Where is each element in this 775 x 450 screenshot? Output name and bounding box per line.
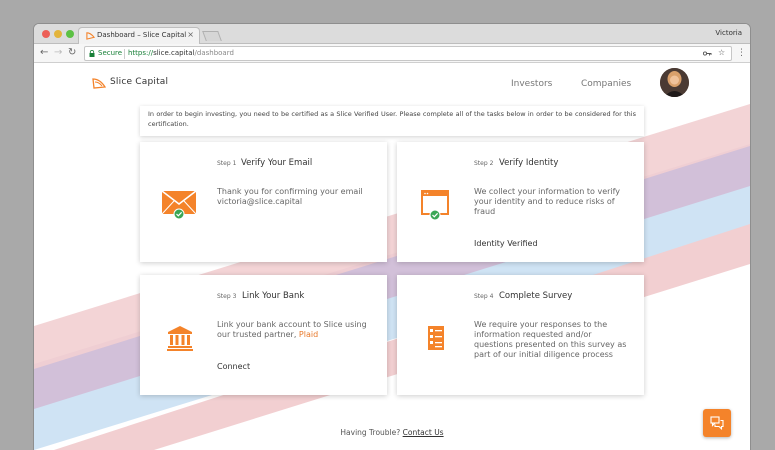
step-title: Verify Your Email (241, 158, 313, 168)
nav-companies[interactable]: Companies (581, 79, 631, 89)
identity-verified-status: Identity Verified (474, 239, 538, 248)
secure-label: Secure (98, 49, 123, 57)
user-avatar[interactable] (660, 68, 689, 97)
bank-icon (167, 326, 193, 351)
chat-bubbles-icon (710, 416, 724, 430)
browser-toolbar: ← → ↻ Secure https://slice.capital/dashb… (34, 44, 750, 63)
help-footer: Having Trouble? Contact Us (34, 428, 750, 437)
new-tab-button[interactable] (202, 31, 222, 41)
step-number: Step 2 (474, 160, 494, 167)
step-number: Step 4 (474, 293, 494, 300)
key-icon[interactable] (703, 50, 712, 57)
reload-icon[interactable]: ↻ (68, 47, 76, 59)
brand-name: Slice Capital (110, 77, 169, 87)
step-card-verify-email: Step 1 Verify Your Email Thank you for c… (140, 142, 387, 262)
step-description: We collect your information to verify yo… (474, 187, 621, 216)
chat-button[interactable] (703, 409, 731, 437)
slice-logo-icon (92, 78, 106, 89)
id-window-check-icon (421, 190, 449, 221)
envelope-check-icon (161, 190, 197, 220)
connect-bank-button[interactable]: Connect (217, 362, 250, 371)
url-scheme: https:// (128, 49, 154, 57)
url-path: /dashboard (194, 49, 234, 57)
step-description: Link your bank account to Slice using ou… (217, 320, 375, 340)
nav-investors[interactable]: Investors (511, 79, 552, 89)
contact-us-link[interactable]: Contact Us (403, 428, 444, 437)
step-card-complete-survey: Step 4 Complete Survey We require your r… (397, 275, 644, 395)
trouble-text: Having Trouble? (340, 428, 401, 437)
survey-icon (428, 326, 444, 350)
step-title: Link Your Bank (242, 291, 305, 301)
avatar-image (660, 68, 689, 97)
tab-strip: Dashboard – Slice Capital × Victoria (34, 24, 750, 44)
browser-window: Dashboard – Slice Capital × Victoria ← →… (34, 24, 750, 450)
address-bar[interactable]: Secure https://slice.capital/dashboard ☆ (84, 46, 732, 61)
browser-menu-icon[interactable]: ⋮ (737, 47, 746, 59)
step-title: Complete Survey (499, 291, 573, 301)
tab-close-icon[interactable]: × (187, 30, 194, 39)
certification-notice: In order to begin investing, you need to… (140, 106, 644, 136)
bank-link-text: Link your bank account to Slice using ou… (217, 320, 367, 339)
close-window-button[interactable] (42, 30, 50, 38)
maximize-window-button[interactable] (66, 30, 74, 38)
tab-title: Dashboard – Slice Capital (97, 31, 187, 39)
tab-dashboard[interactable]: Dashboard – Slice Capital × (78, 27, 200, 44)
browser-profile-name[interactable]: Victoria (715, 29, 742, 37)
bookmark-star-icon[interactable]: ☆ (718, 48, 725, 57)
step-title: Verify Identity (499, 158, 559, 168)
url-text: https://slice.capital/dashboard (128, 49, 234, 57)
forward-arrow-icon[interactable]: → (54, 47, 62, 59)
url-host: slice.capital (153, 49, 195, 57)
step-card-link-bank: Step 3 Link Your Bank Link your bank acc… (140, 275, 387, 395)
step-card-verify-identity: Step 2 Verify Identity We collect your i… (397, 142, 644, 262)
step-description: We require your responses to the informa… (474, 320, 627, 359)
dashboard-page: Slice Capital Investors Companies In ord… (34, 64, 750, 450)
minimize-window-button[interactable] (54, 30, 62, 38)
slice-favicon-icon (86, 32, 95, 40)
step-number: Step 1 (217, 160, 237, 167)
step-description: Thank you for confirming your email vict… (217, 187, 363, 206)
plaid-link[interactable]: Plaid (299, 330, 318, 339)
address-divider (124, 49, 125, 59)
back-arrow-icon[interactable]: ← (40, 47, 48, 59)
lock-icon (89, 50, 95, 57)
step-number: Step 3 (217, 293, 237, 300)
